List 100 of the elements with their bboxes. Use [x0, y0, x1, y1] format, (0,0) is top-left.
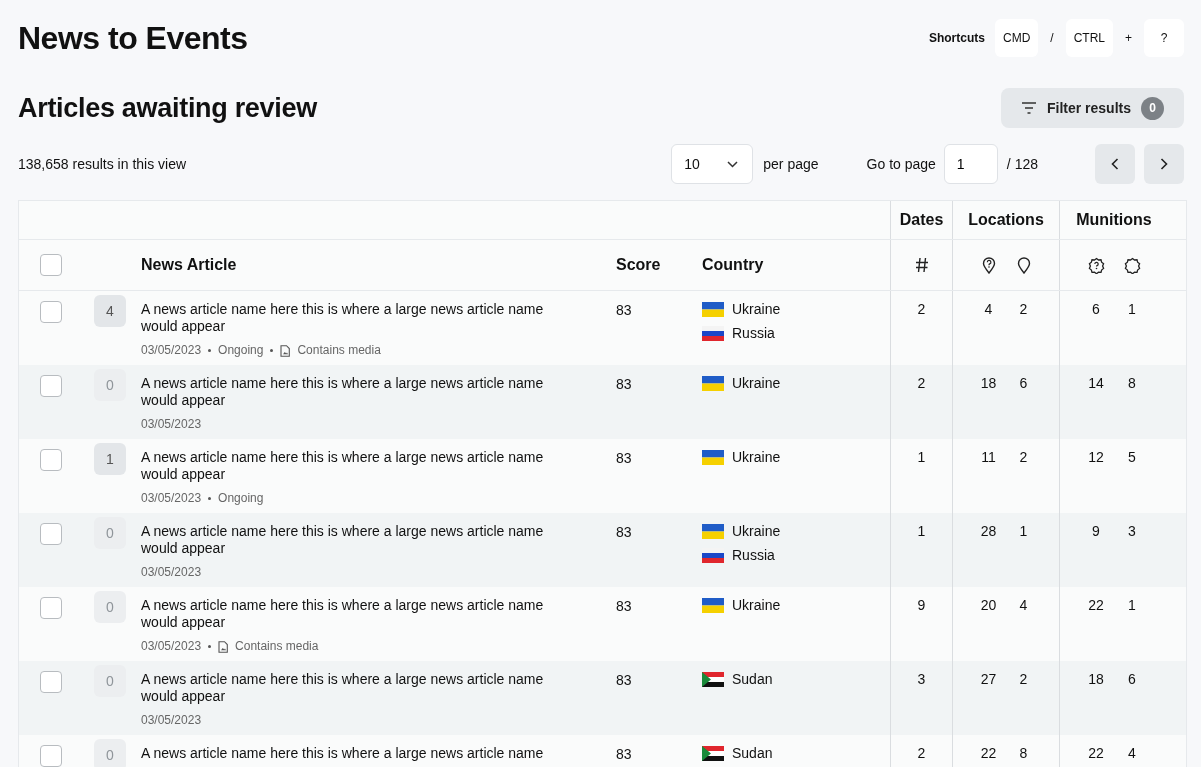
separator-dot	[270, 349, 274, 352]
row-checkbox[interactable]	[40, 597, 62, 619]
row-checkbox[interactable]	[40, 449, 62, 471]
munition-count: 14	[1087, 375, 1105, 391]
previous-page-button[interactable]	[1095, 144, 1135, 184]
article-title[interactable]: A news article name here this is where a large news article name would appear	[141, 671, 616, 705]
article-date: 03/05/2023	[141, 342, 202, 359]
page-total: / 128	[1006, 156, 1038, 172]
article-date: 03/05/2023	[141, 638, 202, 655]
flag-icon	[702, 375, 724, 391]
article-title[interactable]: A news article name here this is where a large news article name would appear	[141, 449, 616, 483]
row-checkbox[interactable]	[40, 671, 62, 693]
munition-count: 12	[1087, 449, 1105, 465]
status-label: Ongoing	[218, 342, 264, 359]
dates-count: 2	[916, 375, 927, 391]
column-group-header: Munitions	[1059, 201, 1168, 239]
score-value: 83	[616, 376, 632, 392]
row-checkbox[interactable]	[40, 375, 62, 397]
flag-icon	[702, 301, 724, 317]
dates-count: 2	[916, 745, 927, 761]
row-checkbox[interactable]	[40, 523, 62, 545]
article-date: 03/05/2023	[141, 564, 202, 581]
score-value: 83	[616, 672, 632, 688]
hash-icon	[914, 257, 929, 273]
dates-count: 1	[916, 449, 927, 465]
next-page-button[interactable]	[1144, 144, 1184, 184]
country-name: Ukraine	[732, 375, 781, 391]
country-name: Ukraine	[732, 523, 781, 539]
munition-count: 22	[1087, 745, 1105, 761]
munition-count: 6	[1127, 671, 1137, 687]
munition-count: 1	[1127, 301, 1137, 317]
article-date: 03/05/2023	[141, 490, 202, 507]
score-value: 83	[616, 598, 632, 614]
page-input[interactable]: 1	[943, 144, 998, 184]
munition-count: 5	[1127, 449, 1137, 465]
filter-button[interactable]: Filter results 0	[1000, 88, 1184, 128]
row-checkbox[interactable]	[40, 301, 62, 323]
file-icon	[218, 640, 229, 653]
media-label: Contains media	[297, 342, 381, 359]
location-count: 1	[1018, 523, 1029, 539]
dates-count: 3	[916, 671, 927, 687]
munition-count: 4	[1127, 745, 1137, 761]
country-name: Russia	[732, 325, 775, 341]
results-count: 138,658 results in this view	[18, 156, 188, 172]
country-name: Sudan	[732, 671, 773, 687]
score-value: 83	[616, 302, 632, 318]
munition-count: 6	[1091, 301, 1101, 317]
separator-dot	[208, 349, 212, 352]
location-count: 4	[1018, 597, 1029, 613]
column-header: News Article	[141, 256, 237, 273]
country-name: Sudan	[732, 745, 773, 761]
article-title[interactable]: A news article name here this is where a large news article name would appear	[141, 301, 616, 335]
count-badge: 0	[94, 517, 126, 549]
flag-icon	[702, 597, 724, 613]
dates-count: 1	[916, 523, 927, 539]
shortcut-key: CMD	[994, 19, 1039, 57]
flag-icon	[702, 671, 724, 687]
article-title[interactable]: A news article name here this is where a large news article name would appear	[141, 523, 616, 557]
file-icon	[280, 344, 291, 357]
munition-count: 8	[1127, 375, 1137, 391]
count-badge: 0	[94, 739, 126, 767]
go-to-page-label: Go to page	[866, 156, 936, 172]
article-title[interactable]: A news article name here this is where a large news article name would appear	[141, 597, 616, 631]
flag-icon	[702, 523, 724, 539]
chevron-left-icon	[1111, 158, 1119, 170]
separator-dot	[208, 645, 212, 648]
column-group-header: Locations	[952, 201, 1059, 239]
country-name: Ukraine	[732, 597, 781, 613]
column-header: Country	[702, 256, 764, 273]
location-count: 2	[1018, 449, 1029, 465]
status-label: Ongoing	[218, 490, 264, 507]
article-title[interactable]: A news article name here this is where a large news article name would appear	[141, 375, 616, 409]
per-page-select[interactable]: 10	[671, 144, 754, 184]
article-title[interactable]: A news article name here this is where a large news article name	[141, 745, 616, 762]
column-header: Score	[616, 256, 661, 273]
shortcut-key: CTRL	[1065, 19, 1113, 57]
count-badge: 0	[94, 591, 126, 623]
location-count: 2	[1018, 301, 1029, 317]
row-checkbox[interactable]	[40, 745, 62, 767]
count-badge: 0	[94, 665, 126, 697]
count-badge: 0	[94, 369, 126, 401]
location-count: 8	[1018, 745, 1029, 761]
key-separator: /	[1049, 31, 1055, 45]
location-count: 28	[979, 523, 998, 539]
location-count: 4	[983, 301, 994, 317]
filter-count-badge: 0	[1141, 96, 1164, 120]
score-value: 83	[616, 524, 632, 540]
flag-icon	[702, 325, 724, 341]
location-count: 11	[980, 449, 997, 465]
country-name: Ukraine	[732, 449, 781, 465]
count-badge: 4	[94, 295, 126, 327]
chevron-right-icon	[1160, 158, 1168, 170]
article-date: 03/05/2023	[141, 416, 202, 433]
munition-count: 3	[1127, 523, 1137, 539]
location-count: 22	[979, 745, 998, 761]
score-value: 83	[616, 746, 632, 762]
select-all-checkbox[interactable]	[40, 254, 62, 276]
location-count: 20	[979, 597, 998, 613]
media-label: Contains media	[235, 638, 319, 655]
pin-icon	[1016, 256, 1031, 274]
